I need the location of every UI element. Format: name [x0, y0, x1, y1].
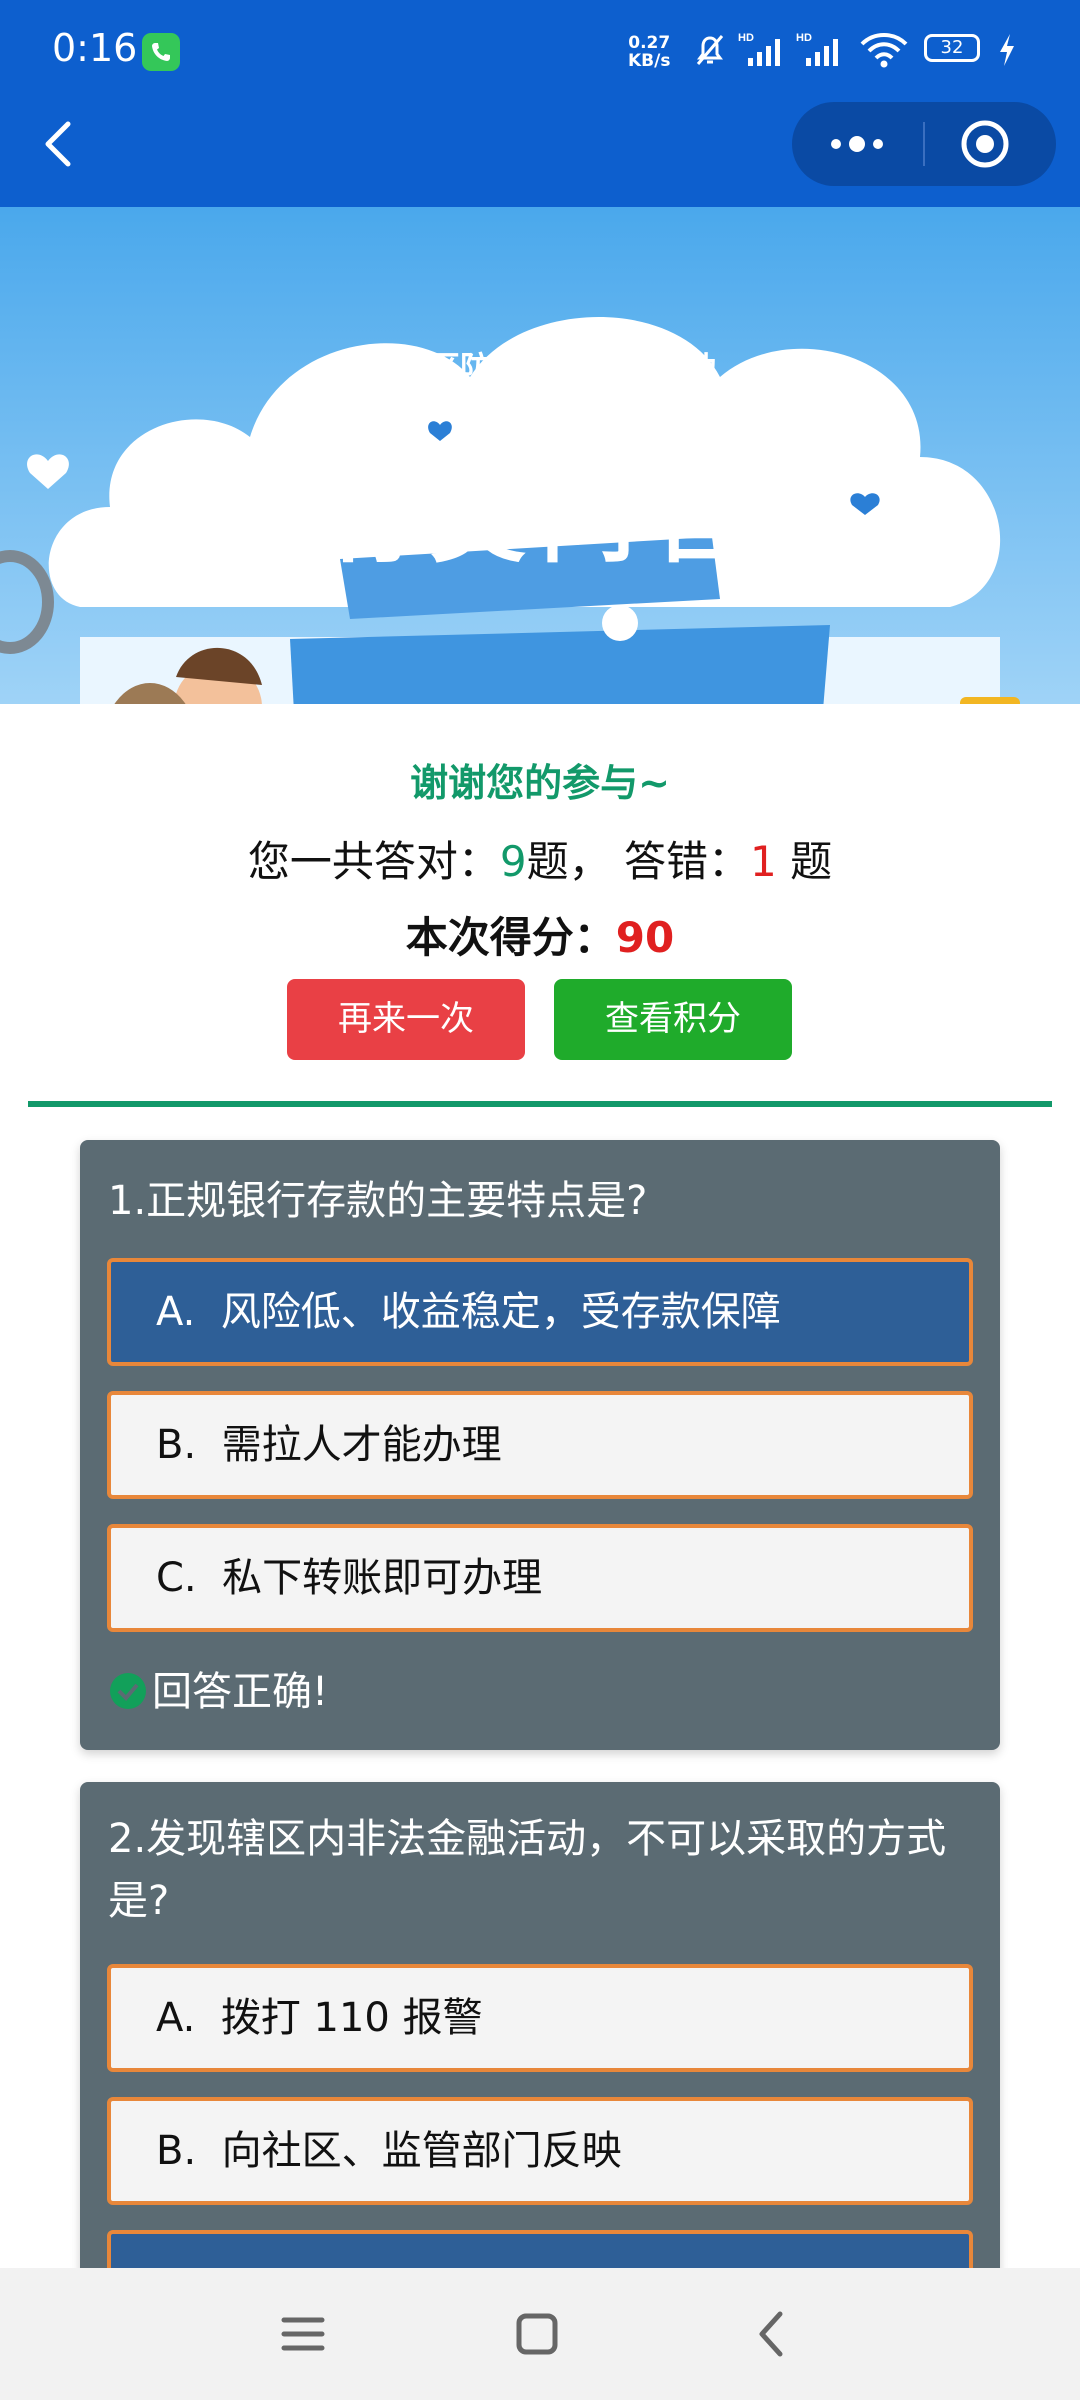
score-line: 本次得分：90	[0, 904, 1080, 965]
system-back-button[interactable]	[726, 2298, 816, 2370]
option-letter: B.	[156, 1422, 197, 1468]
status-bar: 0:16 0.27 KB/s HD HD 32	[0, 0, 1080, 100]
back-button[interactable]	[36, 116, 84, 172]
question-card: 1.正规银行存款的主要特点是? A. 风险低、收益稳定，受存款保障 B. 需拉人…	[80, 1140, 1000, 1750]
answer-tally: 您一共答对：9题， 答错：1 题	[0, 828, 1080, 889]
answer-feedback: 回答正确!	[110, 1667, 328, 1717]
thanks-message: 谢谢您的参与~	[410, 761, 670, 805]
option-letter: C.	[156, 1555, 197, 1601]
correct-count: 9	[499, 837, 527, 886]
feedback-text: 回答正确!	[152, 1669, 329, 1715]
more-dots-icon	[831, 136, 883, 152]
option-b[interactable]: B. 向社区、监管部门反映	[107, 2097, 973, 2205]
chevron-left-icon	[45, 121, 71, 167]
home-square-icon	[516, 2313, 558, 2355]
option-text: 向社区、监管部门反映	[221, 2128, 622, 2174]
option-text: 需拉人才能办理	[221, 1422, 502, 1468]
option-letter: B.	[156, 2128, 197, 2174]
wrong-count: 1	[750, 837, 777, 886]
system-nav-bar	[0, 2268, 1080, 2400]
option-text: 私下转账即可办理	[222, 1555, 543, 1601]
question-title: 1.正规银行存款的主要特点是?	[108, 1178, 648, 1224]
target-circle-icon	[961, 120, 1009, 168]
charging-icon	[1000, 34, 1014, 66]
net-speed: 0.27 KB/s	[628, 34, 670, 70]
back-triangle-icon	[759, 2311, 783, 2357]
menu-button[interactable]	[258, 2298, 348, 2370]
section-divider	[28, 1101, 1052, 1107]
option-letter: A.	[156, 1289, 196, 1335]
option-a[interactable]: A. 拨打 110 报警	[107, 1964, 973, 2072]
mute-bell-icon	[696, 35, 724, 65]
correct-suffix: 题，	[526, 837, 611, 886]
signal-hd-icon: HD	[738, 32, 780, 66]
home-button[interactable]	[492, 2298, 582, 2370]
check-circle-icon	[110, 1673, 146, 1709]
option-a[interactable]: A. 风险低、收益稳定，受存款保障	[107, 1258, 973, 1366]
option-letter: A.	[156, 1995, 196, 2041]
correct-prefix: 您一共答对：	[247, 837, 500, 886]
banner-subtitle: 翔安区防范非法金融活动	[363, 349, 716, 387]
wrong-suffix: 题	[776, 837, 833, 886]
option-text: 拨打 110 报警	[220, 1995, 483, 2041]
wrong-prefix: 答错：	[624, 837, 751, 886]
net-speed-unit: KB/s	[628, 51, 671, 71]
score-label: 本次得分：	[405, 913, 616, 962]
phone-icon	[142, 33, 180, 71]
view-points-button[interactable]: 查看积分	[554, 979, 792, 1060]
miniprogram-capsule	[792, 102, 1056, 186]
option-b[interactable]: B. 需拉人才能办理	[107, 1391, 973, 1499]
question-title: 2.发现辖区内非法金融活动，不可以采取的方式是?	[108, 1816, 947, 1924]
quiz-banner: 翔安区防范非法金融活动 有奖问答	[0, 207, 1080, 704]
close-button[interactable]	[925, 102, 1056, 186]
wifi-icon	[860, 33, 908, 68]
option-c[interactable]: C. 私下转账即可办理	[107, 1524, 973, 1632]
battery-icon: 32	[924, 34, 980, 62]
app-header: 0:16 0.27 KB/s HD HD 32	[0, 0, 1080, 207]
more-button[interactable]	[792, 102, 923, 186]
menu-icon	[281, 2317, 325, 2351]
status-time: 0:16	[52, 26, 138, 70]
banner-title: 有奖问答	[320, 464, 760, 576]
question-card: 2.发现辖区内非法金融活动，不可以采取的方式是? A. 拨打 110 报警 B.…	[80, 1782, 1000, 2290]
retry-button[interactable]: 再来一次	[287, 979, 525, 1060]
net-speed-value: 0.27	[628, 33, 671, 53]
svg-text:HD: HD	[796, 32, 812, 44]
battery-level: 32	[940, 37, 964, 58]
signal-hd-icon: HD	[796, 32, 838, 66]
svg-text:HD: HD	[738, 32, 754, 44]
score-value: 90	[615, 913, 675, 962]
option-text: 风险低、收益稳定，受存款保障	[220, 1289, 781, 1335]
